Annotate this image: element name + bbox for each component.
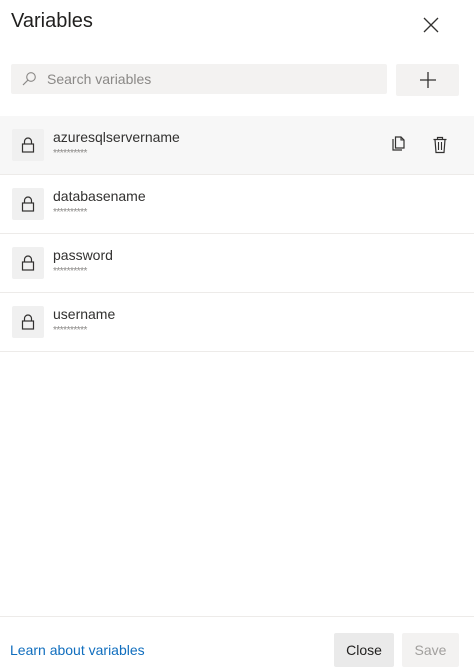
- search-input[interactable]: [47, 64, 377, 94]
- variable-value: **********: [53, 266, 87, 277]
- add-variable-button[interactable]: [396, 64, 459, 96]
- variable-value: **********: [53, 148, 87, 159]
- variable-list: azuresqlservername ********** databasena…: [0, 116, 474, 352]
- close-icon: [423, 17, 439, 33]
- variable-name: azuresqlservername: [53, 129, 180, 145]
- variable-name: password: [53, 247, 113, 263]
- variable-value: **********: [53, 207, 87, 218]
- search-icon: [22, 72, 36, 86]
- lock-icon: [12, 129, 44, 161]
- panel-footer: Learn about variables Close Save: [0, 616, 474, 672]
- variable-value: **********: [53, 325, 87, 336]
- close-panel-button[interactable]: [418, 12, 444, 38]
- copy-icon: [392, 136, 405, 151]
- lock-icon: [12, 247, 44, 279]
- close-button[interactable]: Close: [334, 633, 394, 667]
- variable-name: databasename: [53, 188, 146, 204]
- variable-row[interactable]: username **********: [0, 293, 474, 352]
- learn-about-variables-link[interactable]: Learn about variables: [10, 642, 145, 658]
- panel-title: Variables: [11, 10, 93, 32]
- trash-icon: [433, 136, 447, 154]
- variable-name: username: [53, 306, 116, 322]
- delete-button[interactable]: [430, 135, 450, 155]
- variable-row[interactable]: password **********: [0, 234, 474, 293]
- copy-button[interactable]: [388, 135, 408, 155]
- variable-row[interactable]: databasename **********: [0, 175, 474, 234]
- lock-icon: [12, 306, 44, 338]
- variables-panel: Variables azuresqlservername **********: [0, 0, 474, 671]
- save-button[interactable]: Save: [402, 633, 459, 667]
- variable-row[interactable]: azuresqlservername **********: [0, 116, 474, 175]
- search-box: [11, 64, 387, 94]
- plus-icon: [419, 72, 436, 88]
- lock-icon: [12, 188, 44, 220]
